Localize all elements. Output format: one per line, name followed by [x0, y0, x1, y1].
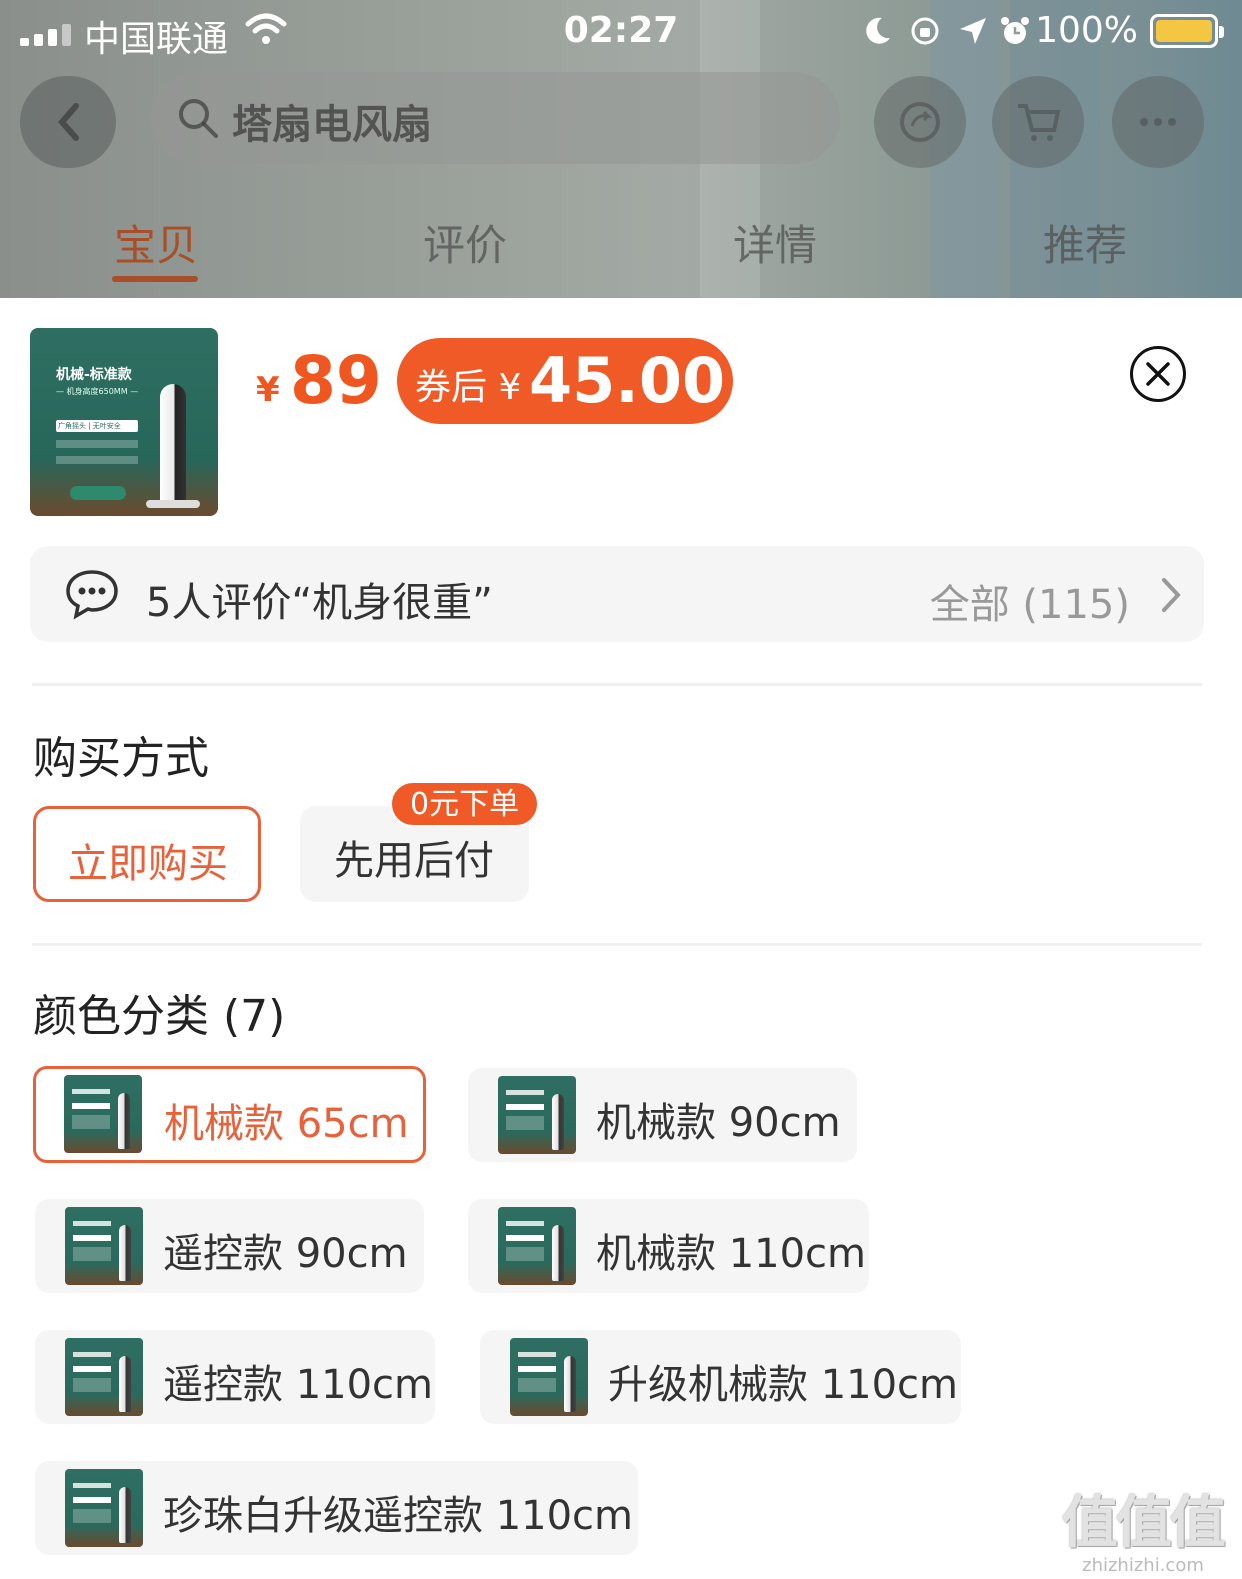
coupon-label: 券后 ¥	[415, 367, 522, 408]
thumbnail-text-row	[56, 456, 138, 464]
price: 89	[290, 342, 382, 419]
sku-sheet: 机械-标准款 — 机身高度650MM — 广角摇头 | 无叶安全 ¥ 89 券后…	[0, 298, 1242, 1579]
review-summary[interactable]: 5人评价“机身很重” 全部 (115)	[30, 546, 1204, 642]
currency-symbol: ¥	[256, 370, 280, 410]
back-button[interactable]	[20, 76, 116, 168]
sku-thumbnail	[65, 1338, 143, 1416]
share-button[interactable]	[874, 76, 966, 168]
moon-icon	[866, 17, 890, 44]
thumbnail-tag	[70, 486, 126, 500]
sku-thumbnail	[65, 1207, 143, 1285]
more-button[interactable]	[1112, 76, 1204, 168]
product-thumbnail-feature: 广角摇头 | 无叶安全	[56, 420, 138, 432]
sku-thumbnail	[65, 1469, 143, 1547]
search-icon	[179, 99, 218, 138]
location-icon	[960, 18, 986, 44]
sku-label: 遥控款 90cm	[163, 1231, 408, 1277]
sku-label: 机械款 110cm	[596, 1231, 867, 1277]
thumbnail-text-row	[56, 440, 138, 448]
sku-option[interactable]: 机械款 65cm	[33, 1066, 426, 1163]
battery-percent: 100%	[1035, 10, 1138, 51]
chevron-right-icon	[1162, 578, 1181, 612]
product-thumbnail-feature-text: 广角摇头 | 无叶安全	[58, 422, 121, 430]
sku-thumbnail	[498, 1207, 576, 1285]
back-icon	[58, 103, 79, 141]
sku-label: 机械款 90cm	[596, 1100, 841, 1146]
more-icon	[1140, 118, 1176, 126]
coupon-price: 45.00	[529, 344, 726, 417]
sku-option[interactable]: 遥控款 90cm	[35, 1199, 424, 1293]
cart-icon	[1018, 104, 1061, 141]
share-icon	[900, 102, 940, 142]
cart-button[interactable]	[992, 76, 1084, 168]
tab-recommend[interactable]: 推荐	[1043, 212, 1127, 273]
watermark: 值值值 zhizhizhi.com	[1062, 1478, 1226, 1576]
review-all-count[interactable]: 全部 (115)	[930, 572, 1130, 630]
background-page: 中国联通 02:27 100% 塔扇电风扇 宝贝 评价 详情 推荐	[0, 0, 1242, 298]
watermark-logo: 值值值	[1062, 1491, 1226, 1556]
tab-details[interactable]: 详情	[733, 212, 817, 273]
sku-label: 升级机械款 110cm	[608, 1362, 959, 1408]
pay-later-label: 先用后付	[334, 838, 494, 884]
product-thumbnail-subtitle: — 机身高度650MM —	[56, 387, 139, 396]
divider	[32, 943, 1202, 946]
sku-thumbnail	[510, 1338, 588, 1416]
buy-now-label: 立即购买	[68, 841, 228, 887]
review-highlight: 5人评价“机身很重”	[146, 580, 493, 626]
close-button[interactable]	[1130, 346, 1186, 402]
sku-option[interactable]: 遥控款 110cm	[35, 1330, 435, 1424]
watermark-url: zhizhizhi.com	[1082, 1555, 1204, 1576]
buy-now-option[interactable]: 立即购买	[33, 806, 261, 902]
sku-thumbnail	[64, 1075, 142, 1153]
sku-thumbnail	[498, 1076, 576, 1154]
purchase-method-title: 购买方式	[33, 733, 209, 784]
search-query: 塔扇电风扇	[232, 102, 432, 148]
battery-icon	[1150, 14, 1224, 48]
sku-option[interactable]: 机械款 90cm	[468, 1068, 857, 1162]
product-thumbnail[interactable]: 机械-标准款 — 机身高度650MM — 广角摇头 | 无叶安全	[30, 328, 218, 516]
close-icon	[1146, 362, 1170, 386]
comment-icon	[66, 570, 118, 620]
product-thumbnail-title: 机械-标准款	[56, 367, 132, 383]
sku-option[interactable]: 升级机械款 110cm	[480, 1330, 961, 1424]
fan-illustration	[160, 384, 186, 504]
zero-down-badge: 0元下单	[390, 781, 540, 827]
color-category-title: 颜色分类 (7)	[33, 991, 286, 1042]
sku-label: 珍珠白升级遥控款 110cm	[163, 1493, 634, 1539]
divider	[32, 683, 1202, 686]
fan-base	[146, 500, 200, 508]
sku-label: 遥控款 110cm	[163, 1362, 434, 1408]
tab-item[interactable]: 宝贝	[114, 212, 198, 273]
status-bar: 中国联通 02:27 100%	[0, 0, 1242, 62]
sku-option[interactable]: 机械款 110cm	[468, 1199, 869, 1293]
sku-option[interactable]: 珍珠白升级遥控款 110cm	[35, 1461, 638, 1555]
rotation-lock-icon	[911, 17, 939, 45]
alarm-icon	[1001, 17, 1029, 44]
tab-indicator	[112, 276, 198, 282]
tab-reviews[interactable]: 评价	[423, 212, 507, 273]
coupon-price-badge: 券后 ¥ 45.00	[397, 338, 733, 424]
sku-label: 机械款 65cm	[164, 1101, 409, 1147]
search-bar[interactable]: 塔扇电风扇	[150, 72, 840, 164]
